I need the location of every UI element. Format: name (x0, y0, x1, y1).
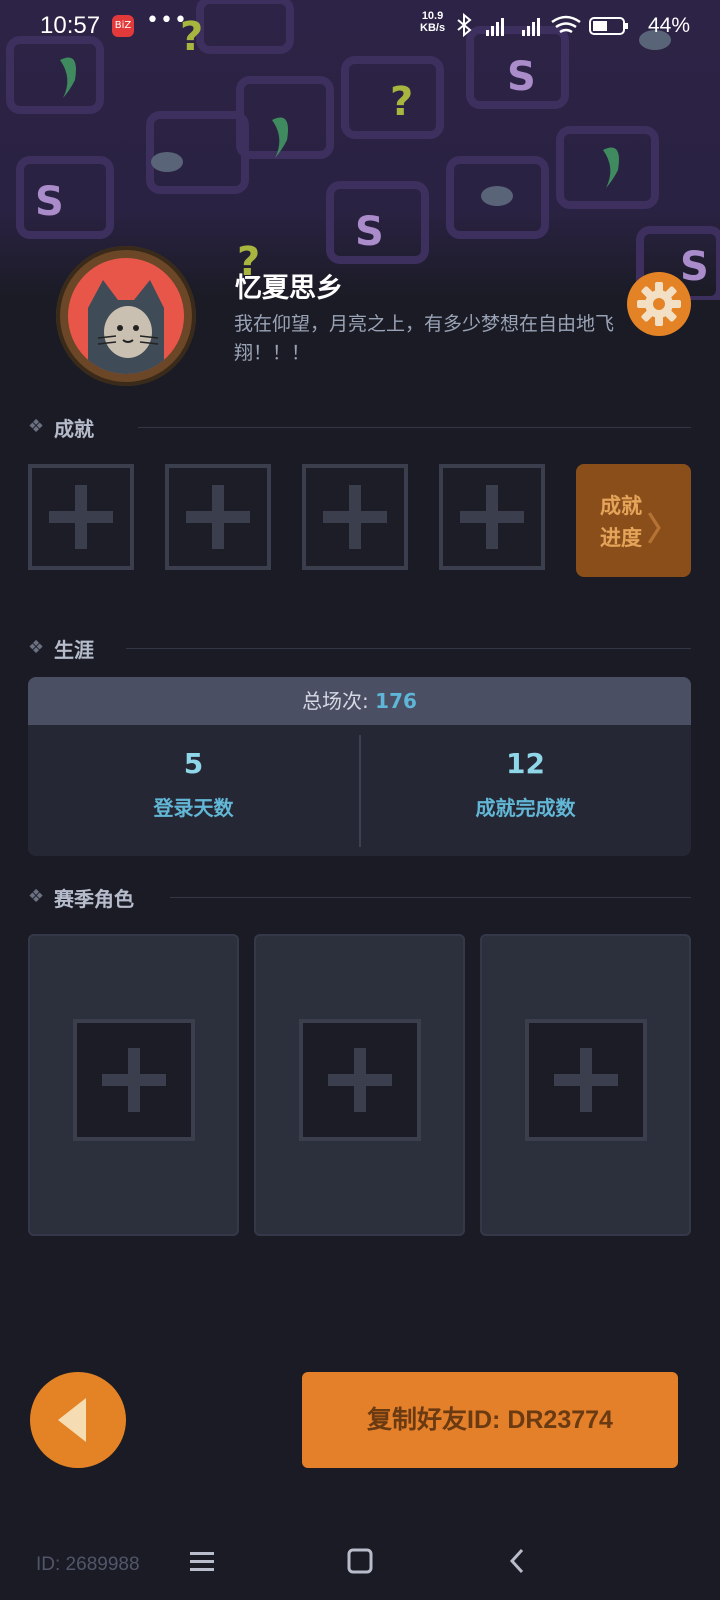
back-button[interactable] (30, 1372, 126, 1468)
total-matches: 总场次: 176 (28, 677, 691, 725)
stat-value: 12 (506, 747, 545, 780)
username: 忆夏思乡 (235, 273, 343, 304)
stat-label: 成就完成数 (475, 796, 576, 820)
section-achievements: ❖ 成就 (28, 412, 691, 442)
achievement-slot-2[interactable] (165, 464, 271, 570)
season-character-slot-3[interactable] (480, 934, 691, 1236)
system-icons (457, 12, 628, 38)
section-title: 成就 (54, 416, 94, 441)
gear-icon (637, 282, 681, 326)
section-title: 生涯 (54, 637, 94, 662)
app-notification-icon: BiZ (112, 15, 134, 37)
network-speed: 10.9 KB/s (420, 10, 446, 34)
back-nav-icon[interactable] (504, 1546, 532, 1576)
section-career: ❖ 生涯 (28, 633, 691, 663)
bluetooth-icon (457, 12, 472, 38)
divider (126, 648, 691, 649)
avatar[interactable] (56, 246, 196, 386)
user-id-label: ID: 2689988 (36, 1554, 140, 1575)
plus-icon (186, 485, 250, 549)
stat-achievements-completed: 12 成就完成数 (360, 725, 691, 856)
cat-avatar-icon (68, 258, 184, 374)
career-panel: 总场次: 176 5 登录天数 12 成就完成数 (28, 677, 691, 856)
battery-level: 44% (648, 14, 691, 37)
status-bar: 10:57 BiZ ••• 10.9 KB/s 44% (0, 0, 720, 52)
stat-value: 5 (183, 747, 204, 780)
section-season-characters: ❖ 赛季角色 (28, 882, 691, 912)
svg-text:S: S (355, 209, 384, 255)
achievement-slot-1[interactable] (28, 464, 134, 570)
section-diamond-icon: ❖ (28, 637, 45, 658)
plus-icon (554, 1048, 618, 1112)
divider (170, 897, 691, 898)
stat-label: 登录天数 (153, 796, 234, 820)
total-matches-label: 总场次: (302, 689, 376, 713)
plus-icon (49, 485, 113, 549)
achievement-slot-4[interactable] (439, 464, 545, 570)
svg-text:S: S (35, 179, 64, 225)
plus-icon (102, 1048, 166, 1112)
wifi-icon (551, 15, 581, 34)
section-diamond-icon: ❖ (28, 416, 45, 437)
svg-text:?: ? (390, 79, 413, 125)
achievement-progress-button[interactable]: 成就 进度 〉 (576, 464, 691, 577)
signal-icon (486, 18, 540, 36)
triangle-left-icon (58, 1398, 86, 1442)
plus-icon (328, 1048, 392, 1112)
total-matches-value: 176 (375, 689, 417, 713)
home-icon[interactable] (346, 1546, 374, 1576)
more-notifications-icon: ••• (146, 8, 188, 33)
svg-text:S: S (507, 54, 536, 100)
plus-icon (460, 485, 524, 549)
settings-button[interactable] (627, 272, 691, 336)
section-diamond-icon: ❖ (28, 886, 45, 907)
achievement-slot-3[interactable] (302, 464, 408, 570)
section-title: 赛季角色 (54, 886, 134, 911)
profile-bio: 我在仰望，月亮之上，有多少梦想在自由地飞翔！！！ (234, 313, 615, 364)
plus-icon (323, 485, 387, 549)
season-character-slot-1[interactable] (28, 934, 239, 1236)
status-time: 10:57 (40, 12, 101, 39)
copy-friend-id-button[interactable]: 复制好友ID: DR23774 (302, 1372, 678, 1468)
season-character-slot-2[interactable] (254, 934, 465, 1236)
battery-icon (589, 17, 628, 35)
divider (138, 427, 691, 428)
stat-login-days: 5 登录天数 (28, 725, 359, 856)
menu-icon[interactable] (188, 1546, 216, 1576)
chevron-right-icon: 〉 (646, 510, 679, 548)
